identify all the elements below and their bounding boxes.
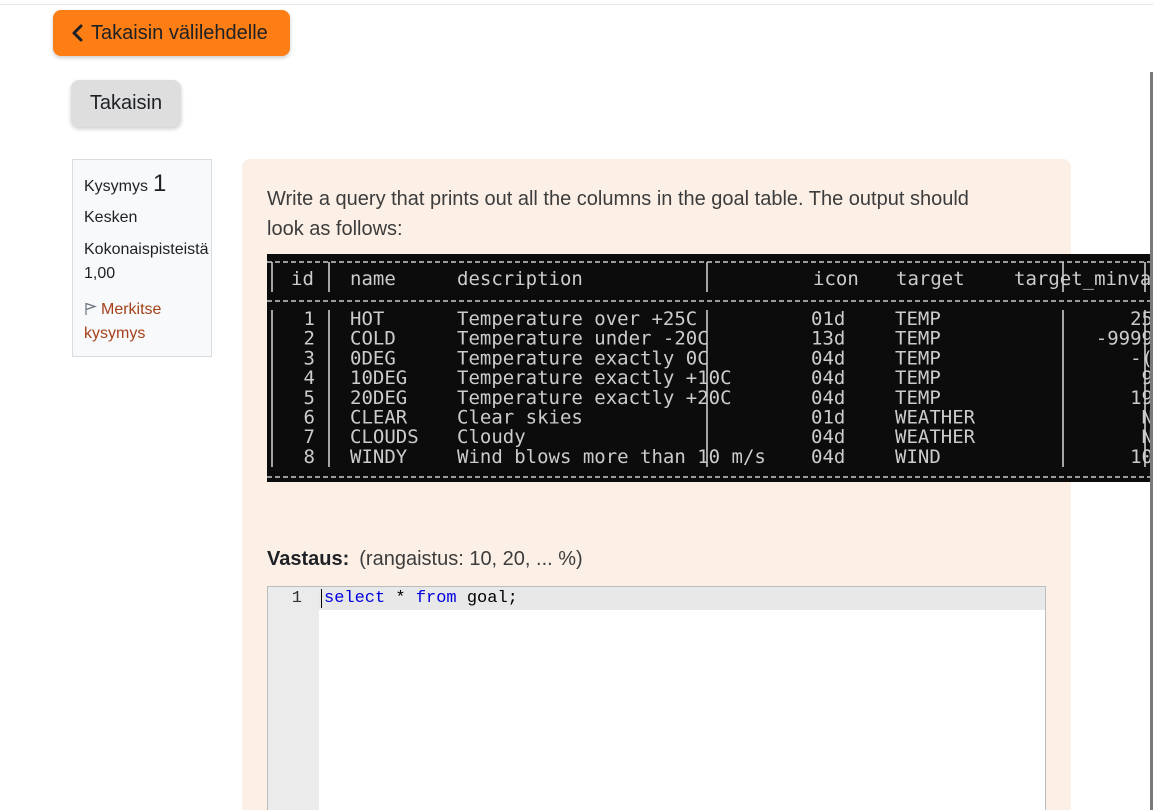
table-cell: TEMP (895, 308, 941, 330)
table-cell: N (1142, 426, 1150, 448)
table-cell: 04d (811, 347, 845, 369)
table-cell: 9 (1142, 367, 1150, 389)
table-cell: TEMP (895, 367, 941, 389)
table-cell: Wind blows more than 10 m/s (457, 446, 766, 468)
editor-gutter (268, 587, 319, 810)
table-header-cell: description (457, 268, 583, 290)
table-cell: 1 (304, 308, 315, 330)
back-to-tab-button[interactable]: Takaisin välilehdelle (53, 10, 290, 56)
table-cell: 04d (811, 367, 845, 389)
sql-code-editor[interactable]: 1 select * from goal; (267, 586, 1046, 810)
table-cell: N (1142, 407, 1150, 429)
table-cell: CLOUDS (350, 426, 419, 448)
table-cell: 2 (304, 328, 315, 350)
table-cell: -9999 (1096, 328, 1150, 350)
table-cell: 01d (811, 407, 845, 429)
flag-label-line2: kysymys (84, 325, 146, 342)
table-cell: Temperature over +25C (457, 308, 697, 330)
table-header-cell: id (291, 268, 314, 290)
table-cell: 3 (304, 347, 315, 369)
answer-label: Vastaus: (rangaistus: 10, 20, ... %) (267, 548, 583, 571)
question-grade: Kokonaispisteistä 1,00 (84, 238, 211, 286)
table-cell: 7 (304, 426, 315, 448)
table-cell: Temperature exactly +10C (457, 367, 732, 389)
question-text-line1: Write a query that prints out all the co… (267, 188, 969, 210)
table-cell: 19 (1130, 387, 1150, 409)
table-cell: 04d (811, 426, 845, 448)
table-cell: Temperature exactly 0C (457, 347, 709, 369)
table-cell: WIND (895, 446, 941, 468)
table-cell: 01d (811, 308, 845, 330)
table-cell: 10DEG (350, 367, 407, 389)
table-cell: 4 (304, 367, 315, 389)
table-cell: 20DEG (350, 387, 407, 409)
table-cell: 04d (811, 446, 845, 468)
table-header-cell: icon (813, 268, 859, 290)
table-cell: 10 (1130, 446, 1150, 468)
table-cell: WEATHER (895, 426, 976, 448)
grade-label: Kokonaispisteistä (84, 241, 209, 258)
table-cell: Temperature under -20C (457, 328, 709, 350)
terminal-table: id name description icon target target_minva 1… (267, 261, 1150, 478)
table-cell: 5 (304, 387, 315, 409)
question-info-panel: Kysymys 1 Kesken Kokonaispisteistä 1,00 … (72, 159, 212, 357)
code-keyword-select: select (324, 589, 386, 608)
table-cell: -( (1130, 347, 1150, 369)
table-cell: Clear skies (457, 407, 583, 429)
code-text: * (385, 589, 416, 608)
answer-label-title: Vastaus: (267, 548, 350, 570)
table-cell: 04d (811, 387, 845, 409)
table-cell: WEATHER (895, 407, 976, 429)
grade-value: 1,00 (84, 265, 116, 282)
flag-icon (85, 302, 97, 315)
question-text-line2: look as follows: (267, 218, 403, 240)
table-cell: 25 (1130, 308, 1150, 330)
back-to-tab-label: Takaisin välilehdelle (91, 21, 268, 44)
quiz-attempt-page: Takaisin välilehdelle Takaisin Kysymys 1… (0, 0, 1153, 810)
table-cell: TEMP (895, 347, 941, 369)
table-cell: Cloudy (457, 426, 526, 448)
flag-label-line1: Merkitse (101, 301, 162, 318)
answer-penalty: (rangaistus: 10, 20, ... %) (359, 548, 583, 570)
chevron-left-icon (72, 24, 83, 42)
table-cell: 13d (811, 328, 845, 350)
table-header-cell: target (896, 268, 965, 290)
table-cell: HOT (350, 308, 384, 330)
editor-code-line[interactable]: select * from goal; (324, 589, 518, 608)
table-header-cell: name (350, 268, 396, 290)
code-text-rest: goal; (456, 589, 518, 608)
table-cell: Temperature exactly +20C (457, 387, 732, 409)
terminal-output-image: id name description icon target target_minva 1… (267, 254, 1150, 482)
editor-line-number: 1 (291, 589, 302, 608)
question-number: Kysymys 1 (84, 170, 211, 198)
table-cell: 0DEG (350, 347, 396, 369)
back-button[interactable]: Takaisin (71, 80, 181, 127)
top-divider (0, 4, 1153, 5)
table-cell: TEMP (895, 328, 941, 350)
code-keyword-from: from (415, 589, 457, 608)
flag-question-link[interactable]: Merkitse kysymys (84, 298, 211, 346)
table-cell: TEMP (895, 387, 941, 409)
table-cell: 6 (304, 407, 315, 429)
back-button-label: Takaisin (89, 92, 163, 114)
table-cell: CLEAR (350, 407, 408, 429)
question-text: Write a query that prints out all the co… (267, 184, 1047, 244)
table-cell: WINDY (350, 446, 408, 468)
table-cell: COLD (350, 328, 396, 350)
editor-cursor (321, 589, 322, 608)
table-header-cell: target_minva (1014, 268, 1150, 290)
question-state: Kesken (84, 209, 138, 226)
question-number-label: Kysymys (84, 178, 148, 195)
table-cell: 8 (304, 446, 315, 468)
question-number-value: 1 (153, 170, 167, 197)
